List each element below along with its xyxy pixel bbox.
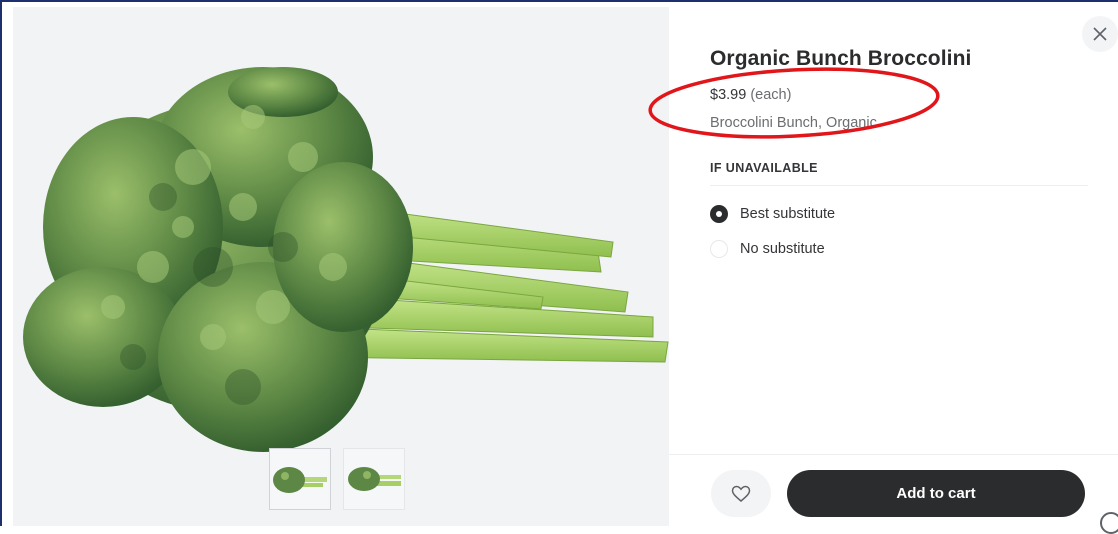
option-label: Best substitute bbox=[740, 206, 836, 222]
thumbnail-2[interactable] bbox=[343, 448, 405, 510]
option-label: No substitute bbox=[740, 241, 825, 257]
radio-unselected-icon[interactable] bbox=[710, 240, 728, 258]
option-no-substitute[interactable]: No substitute bbox=[710, 240, 825, 258]
thumbnail-1[interactable] bbox=[269, 448, 331, 510]
favorite-button[interactable] bbox=[711, 470, 771, 517]
product-image-panel bbox=[13, 7, 669, 526]
option-best-substitute[interactable]: Best substitute bbox=[710, 205, 835, 223]
section-divider bbox=[710, 185, 1088, 186]
broccolini-thumb-icon bbox=[273, 467, 327, 493]
help-icon[interactable] bbox=[1100, 512, 1118, 534]
footer-divider bbox=[669, 454, 1118, 455]
close-icon bbox=[1093, 27, 1107, 41]
product-variant: Broccolini Bunch, Organic bbox=[710, 115, 877, 131]
close-button[interactable] bbox=[1082, 16, 1118, 52]
if-unavailable-label: IF UNAVAILABLE bbox=[710, 161, 818, 175]
add-to-cart-button[interactable]: Add to cart bbox=[787, 470, 1085, 517]
price-unit: (each) bbox=[750, 87, 792, 103]
product-title: Organic Bunch Broccolini bbox=[710, 47, 972, 70]
price-value: $3.99 bbox=[710, 87, 747, 103]
thumbnail-strip bbox=[269, 448, 405, 510]
broccolini-thumb-icon bbox=[348, 467, 401, 491]
product-details-panel: Organic Bunch Broccolini $3.99 (each) Br… bbox=[669, 7, 1118, 526]
product-price: $3.99 (each) bbox=[710, 87, 791, 103]
radio-selected-icon[interactable] bbox=[710, 205, 728, 223]
heart-outline-icon bbox=[731, 485, 751, 502]
